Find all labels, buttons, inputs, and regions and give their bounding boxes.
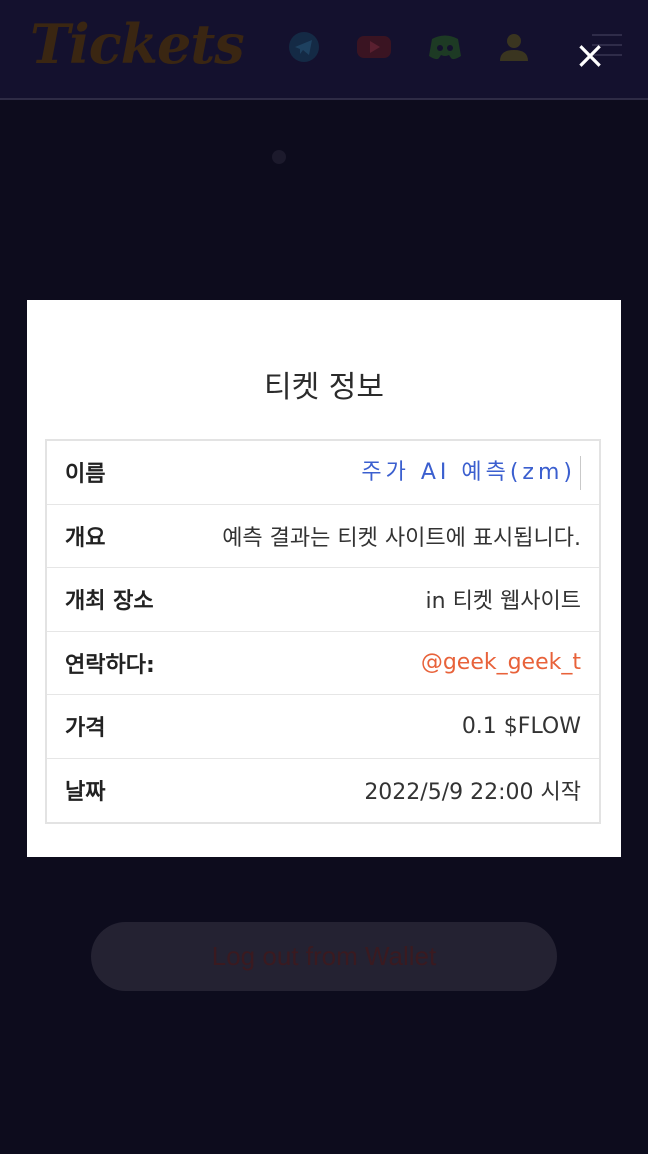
table-row-price: 가격 0.1 $FLOW [47, 695, 599, 759]
table-row-contact: 연락하다: @geek_geek_t [47, 632, 599, 695]
ticket-info-modal: 티켓 정보 이름 주가 AI 예측(zm) 개요 예측 결과는 티켓 사이트에 … [27, 300, 621, 857]
row-label: 연락하다: [65, 652, 155, 678]
row-value-price: 0.1 $FLOW [461, 713, 581, 739]
header: Tickets [0, 0, 648, 100]
row-label: 개요 [65, 525, 106, 551]
site-logo[interactable]: Tickets [30, 12, 245, 76]
user-icon[interactable] [497, 30, 531, 64]
row-value-name[interactable]: 주가 AI 예측(zm) [361, 454, 581, 491]
row-label: 가격 [65, 716, 106, 742]
background-dot [272, 150, 286, 164]
youtube-icon[interactable] [355, 30, 393, 64]
table-row-venue: 개최 장소 in 티켓 웹사이트 [47, 568, 599, 632]
row-label: 날짜 [65, 780, 106, 806]
table-row-summary: 개요 예측 결과는 티켓 사이트에 표시됩니다. [47, 505, 599, 568]
table-row-date: 날짜 2022/5/9 22:00 시작 [47, 759, 599, 823]
text-cursor [580, 456, 581, 491]
row-value-venue: in 티켓 웹사이트 [425, 589, 581, 615]
table-row-name: 이름 주가 AI 예측(zm) [47, 441, 599, 505]
row-label: 개최 장소 [65, 589, 154, 615]
contact-link[interactable]: @geek_geek_t [421, 650, 581, 675]
row-value-date: 2022/5/9 22:00 시작 [364, 780, 581, 806]
name-value-text: 주가 AI 예측(zm) [361, 460, 576, 486]
ticket-info-table: 이름 주가 AI 예측(zm) 개요 예측 결과는 티켓 사이트에 표시됩니다.… [45, 439, 601, 824]
close-icon[interactable]: × [570, 35, 610, 75]
row-value-summary: 예측 결과는 티켓 사이트에 표시됩니다. [222, 525, 581, 551]
logout-wallet-button[interactable]: Log out from Wallet [91, 922, 557, 991]
row-label: 이름 [65, 462, 106, 488]
modal-title: 티켓 정보 [264, 370, 384, 405]
telegram-icon[interactable] [287, 30, 321, 64]
discord-icon[interactable] [427, 30, 463, 64]
